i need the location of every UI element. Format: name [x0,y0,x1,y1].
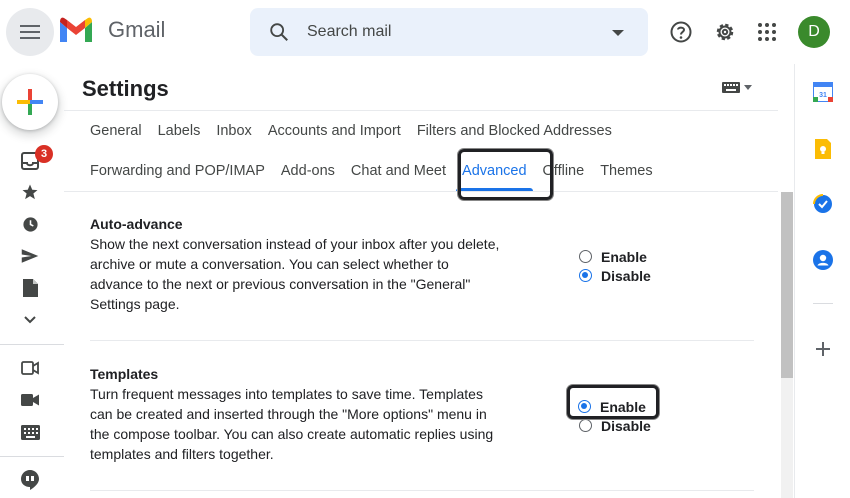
video-camera-icon [21,394,39,406]
keyboard-nav[interactable] [19,421,41,443]
contacts-icon [813,250,833,270]
help-icon [670,21,692,43]
side-panel: 31 [794,64,850,498]
get-addons-button[interactable] [811,337,835,361]
section-divider [90,340,754,341]
main-menu-button[interactable] [6,8,54,56]
tab-chat-and-meet[interactable]: Chat and Meet [351,163,446,179]
auto-advance-enable-radio[interactable]: Enable [579,247,651,266]
hangouts-chat-icon [21,470,39,490]
radio-label: Enable [600,398,646,415]
plus-icon [816,342,830,356]
gear-icon [716,23,734,41]
keep-icon [815,139,831,159]
chat-nav[interactable] [19,469,41,491]
compose-button[interactable] [2,74,58,130]
sent-nav[interactable] [19,245,41,267]
section-description: Show the next conversation instead of yo… [90,236,500,312]
star-icon [22,184,38,200]
auto-advance-section: Auto-advance Show the next conversation … [90,216,730,314]
scrollbar-thumb[interactable] [781,192,793,378]
tab-labels[interactable]: Labels [158,123,201,139]
section-title: Templates [90,366,159,382]
calendar-icon: 31 [813,82,833,102]
video-outline-icon [21,361,39,375]
menu-icon [20,25,40,39]
tabs-row-2: Forwarding and POP/IMAP Add-ons Chat and M… [90,151,669,191]
radio-unchecked-icon [579,419,592,432]
auto-advance-disable-radio[interactable]: Disable [579,266,651,285]
help-button[interactable] [665,16,697,48]
top-bar: Gmail Search mail D [0,0,850,64]
chevron-down-icon [744,85,752,90]
tab-inbox[interactable]: Inbox [216,123,251,139]
option-highlight-annotation: Enable [567,385,659,419]
avatar[interactable]: D [798,16,830,48]
svg-text:31: 31 [819,92,827,99]
more-nav[interactable] [19,309,41,331]
gmail-m-icon [60,17,92,42]
section-description: Turn frequent messages into templates to… [90,386,494,462]
input-tools-button[interactable] [722,82,752,93]
tabs-divider [64,191,778,192]
tabs-row-1: General Labels Inbox Accounts and Import Fil… [90,111,628,151]
auto-advance-options: Enable Disable [579,247,651,285]
tasks-app[interactable] [811,192,835,216]
search-input[interactable]: Search mail [307,23,391,41]
search-bar[interactable]: Search mail [250,8,648,56]
calendar-app[interactable]: 31 [811,80,835,104]
snoozed-nav[interactable] [19,213,41,235]
keyboard-icon [722,82,740,93]
tasks-icon [813,194,832,213]
send-icon [21,249,39,263]
tab-general[interactable]: General [90,123,142,139]
side-divider [813,303,833,304]
section-title: Auto-advance [90,216,183,232]
section-divider [90,490,754,491]
radio-label: Disable [601,417,651,434]
meet-new-meeting-nav[interactable] [19,357,41,379]
templates-enable-radio-highlighted[interactable]: Enable [578,397,646,416]
gmail-logo[interactable]: Gmail [58,16,165,44]
meet-join-nav[interactable] [19,389,41,411]
search-options-icon[interactable] [612,30,624,36]
radio-label: Disable [601,267,651,284]
radio-checked-icon [579,269,592,282]
app-name: Gmail [108,17,166,42]
apps-button[interactable] [751,16,783,48]
inbox-unread-badge: 3 [35,145,53,163]
radio-checked-icon [578,400,591,413]
tab-forwarding-and-pop-imap[interactable]: Forwarding and POP/IMAP [90,163,265,179]
drafts-nav[interactable] [19,277,41,299]
compose-plus-icon [17,89,43,115]
starred-nav[interactable] [19,181,41,203]
rail-divider [0,344,64,345]
clock-icon [22,216,38,232]
radio-unchecked-icon [579,250,592,263]
settings-button[interactable] [709,16,741,48]
chevron-down-icon [24,316,36,324]
page-title: Settings [82,76,169,101]
radio-label: Enable [601,248,647,265]
apps-grid-icon [758,23,776,41]
tab-filters-and-blocked-addresses[interactable]: Filters and Blocked Addresses [417,123,612,139]
tab-themes[interactable]: Themes [600,163,652,179]
rail-divider [0,456,64,457]
keyboard-icon [20,424,40,440]
contacts-app[interactable] [811,248,835,272]
search-icon[interactable] [268,21,290,43]
draft-file-icon [22,279,38,297]
tab-accounts-and-import[interactable]: Accounts and Import [268,123,401,139]
tab-add-ons[interactable]: Add-ons [281,163,335,179]
tab-highlight-annotation [458,149,553,200]
keep-app[interactable] [811,137,835,161]
